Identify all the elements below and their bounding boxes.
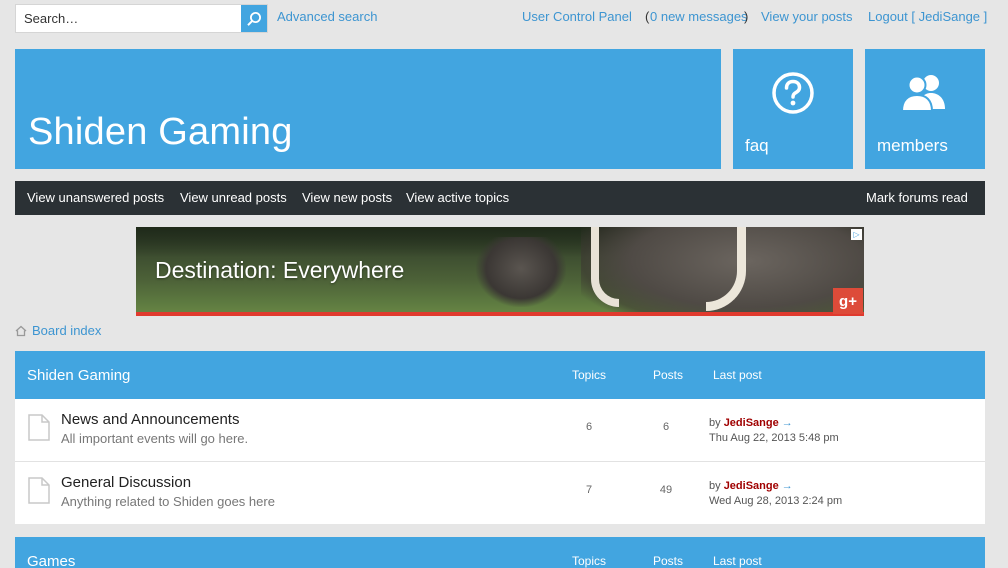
- last-post-username[interactable]: JediSange: [724, 417, 779, 429]
- forum-row[interactable]: General Discussion Anything related to S…: [15, 462, 985, 524]
- forum-description: All important events will go here.: [61, 431, 249, 446]
- members-tile[interactable]: members: [865, 49, 985, 169]
- search-icon: [247, 11, 261, 26]
- view-active-topics-link[interactable]: View active topics: [406, 190, 509, 205]
- column-posts: Posts: [653, 554, 684, 568]
- google-plus-icon[interactable]: g+: [833, 288, 863, 314]
- messages-paren-open: (: [645, 9, 650, 24]
- posts-count: 6: [662, 421, 670, 433]
- view-new-posts-link[interactable]: View new posts: [302, 190, 392, 205]
- ad-image-baby-elephant: [476, 237, 566, 307]
- ad-headline: Destination: Everywhere: [155, 257, 405, 283]
- messages-paren-close: ): [744, 9, 749, 24]
- view-your-posts-link[interactable]: View your posts: [761, 9, 853, 24]
- board-index-link[interactable]: Board index: [32, 323, 101, 338]
- document-icon: [28, 414, 50, 441]
- topics-count: 7: [585, 484, 593, 496]
- forum-row[interactable]: News and Announcements All important eve…: [15, 399, 985, 461]
- members-label: members: [877, 136, 948, 155]
- column-topics: Topics: [572, 554, 607, 568]
- forum-title[interactable]: General Discussion: [61, 474, 191, 491]
- last-post-date: Thu Aug 22, 2013 5:48 pm: [709, 432, 839, 444]
- category-title[interactable]: Games: [27, 553, 75, 568]
- search-button[interactable]: [241, 5, 267, 32]
- column-posts: Posts: [653, 368, 684, 382]
- goto-last-post-icon[interactable]: →: [782, 480, 793, 492]
- column-last-post: Last post: [713, 554, 762, 568]
- last-post-date: Wed Aug 28, 2013 2:24 pm: [709, 495, 843, 507]
- view-unanswered-posts-link[interactable]: View unanswered posts: [27, 190, 164, 205]
- ad-choices-icon[interactable]: ▷: [851, 229, 862, 240]
- last-post-by: by: [709, 480, 721, 492]
- category-header: Games Topics Posts Last post: [15, 537, 985, 568]
- last-post-info: by JediSange → Wed Aug 28, 2013 2:24 pm: [709, 479, 842, 509]
- users-icon: [900, 75, 945, 112]
- advertisement-banner[interactable]: Destination: Everywhere g+ ▷: [136, 227, 864, 316]
- mark-forums-read-link[interactable]: Mark forums read: [866, 190, 968, 205]
- question-circle-icon: [772, 72, 814, 114]
- column-last-post: Last post: [713, 368, 762, 382]
- quick-links-navbar: View unanswered posts View unread posts …: [15, 181, 985, 215]
- advanced-search-link[interactable]: Advanced search: [277, 9, 377, 24]
- last-post-by: by: [709, 417, 721, 429]
- faq-label: faq: [745, 136, 769, 155]
- logout-link[interactable]: Logout [ JediSange ]: [868, 9, 987, 24]
- search-box: [15, 4, 268, 33]
- goto-last-post-icon[interactable]: →: [782, 417, 793, 429]
- view-unread-posts-link[interactable]: View unread posts: [180, 190, 287, 205]
- column-topics: Topics: [572, 368, 607, 382]
- new-messages-link[interactable]: 0 new messages: [650, 9, 748, 24]
- site-title: Shiden Gaming: [28, 111, 293, 153]
- forum-description: Anything related to Shiden goes here: [61, 494, 275, 509]
- last-post-info: by JediSange → Thu Aug 22, 2013 5:48 pm: [709, 416, 839, 446]
- user-control-panel-link[interactable]: User Control Panel: [522, 9, 632, 24]
- category-title[interactable]: Shiden Gaming: [27, 367, 130, 384]
- breadcrumb: Board index: [15, 323, 101, 338]
- ad-image-tusk: [591, 227, 619, 307]
- category-header: Shiden Gaming Topics Posts Last post: [15, 351, 985, 399]
- topics-count: 6: [585, 421, 593, 433]
- posts-count: 49: [659, 484, 673, 496]
- document-icon: [28, 477, 50, 504]
- last-post-username[interactable]: JediSange: [724, 480, 779, 492]
- home-icon: [15, 325, 27, 336]
- faq-tile[interactable]: faq: [733, 49, 853, 169]
- forum-title[interactable]: News and Announcements: [61, 411, 239, 428]
- site-banner[interactable]: Shiden Gaming: [15, 49, 721, 169]
- ad-accent-line: [136, 312, 864, 316]
- search-input[interactable]: [16, 5, 242, 32]
